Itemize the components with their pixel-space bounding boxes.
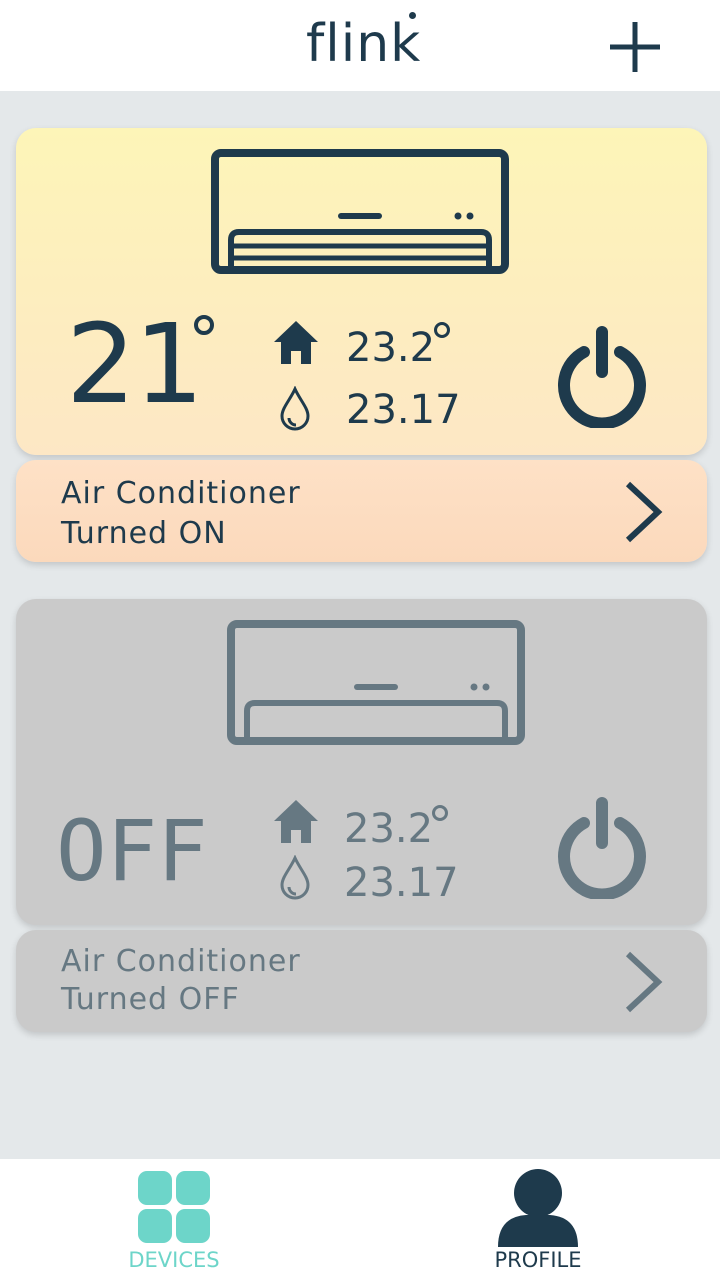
- device-title: Air Conditioner: [61, 476, 301, 511]
- home-icon: [274, 321, 318, 364]
- air-conditioner-icon: [211, 149, 509, 274]
- logo-dot: [409, 12, 416, 19]
- nav-profile-label: PROFILE: [494, 1248, 582, 1272]
- room-temperature: 23.2: [346, 325, 436, 371]
- chevron-right-icon[interactable]: [620, 480, 664, 544]
- nav-profile-tab[interactable]: PROFILE: [438, 1159, 638, 1280]
- humidity-value: 23.17: [346, 387, 461, 433]
- device-card-ac-on[interactable]: 21 23.2 23.17: [16, 128, 707, 455]
- degree-symbol: [194, 315, 214, 335]
- room-temp-degree-symbol: [432, 805, 448, 821]
- device-title: Air Conditioner: [61, 944, 301, 979]
- room-temp-degree-symbol: [434, 322, 450, 338]
- air-conditioner-icon: [227, 620, 525, 745]
- nav-devices-tab[interactable]: DEVICES: [74, 1159, 274, 1280]
- device-card-ac-off[interactable]: OFF 23.2 23.17: [16, 599, 707, 925]
- home-icon: [274, 800, 318, 843]
- app-header: flink: [0, 0, 720, 91]
- humidity-drop-icon: [280, 386, 310, 431]
- nav-devices-label: DEVICES: [128, 1248, 220, 1272]
- device-status: Turned ON: [61, 516, 227, 551]
- chevron-right-icon[interactable]: [620, 950, 664, 1014]
- device-status: Turned OFF: [61, 982, 240, 1017]
- user-avatar-icon: [498, 1169, 578, 1247]
- app-logo: flink: [306, 14, 422, 74]
- power-button-icon[interactable]: [554, 324, 650, 428]
- device-info-ac-off[interactable]: Air Conditioner Turned OFF: [16, 930, 707, 1032]
- room-temperature: 23.2: [344, 806, 434, 852]
- humidity-drop-icon: [280, 855, 310, 900]
- humidity-value: 23.17: [344, 860, 459, 906]
- setpoint-temperature: 21: [66, 300, 204, 428]
- device-info-ac-on[interactable]: Air Conditioner Turned ON: [16, 460, 707, 562]
- devices-grid-icon: [138, 1171, 210, 1243]
- device-off-label: OFF: [56, 802, 208, 900]
- power-button-icon[interactable]: [554, 795, 650, 899]
- add-device-plus-icon[interactable]: [606, 18, 664, 76]
- bottom-navigation: DEVICES PROFILE: [0, 1159, 720, 1280]
